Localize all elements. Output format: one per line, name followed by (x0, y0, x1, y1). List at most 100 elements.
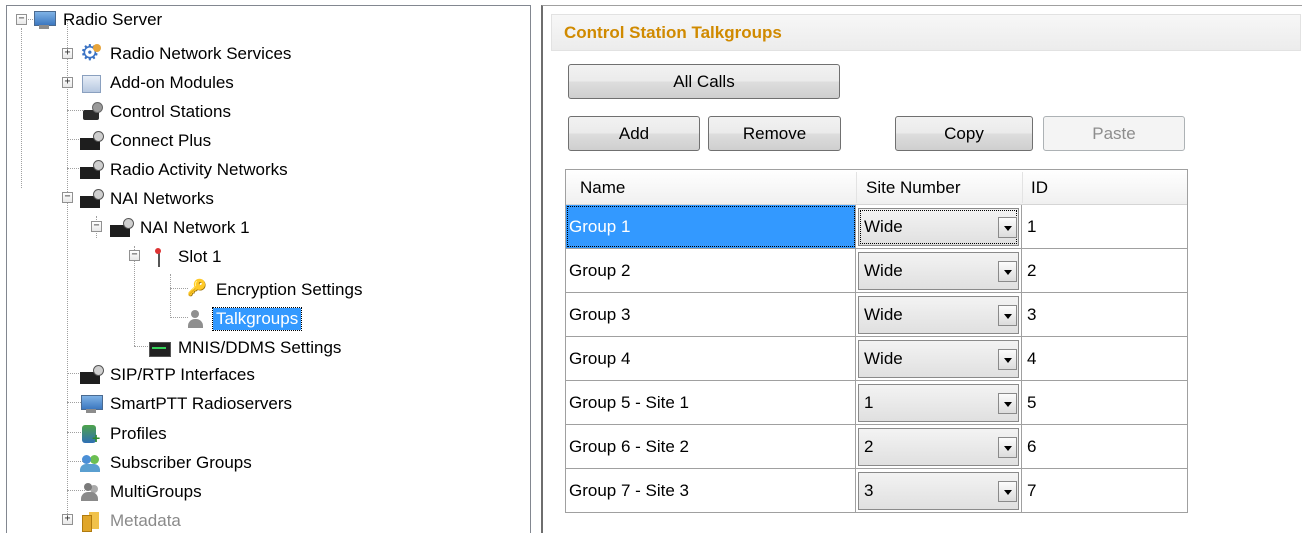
paste-button: Paste (1043, 116, 1185, 151)
tree-item-subscriber-groups[interactable]: Subscriber Groups (79, 449, 255, 476)
id-cell[interactable]: 1 (1022, 205, 1187, 248)
site-number-dropdown[interactable]: 1 (858, 383, 1019, 422)
column-header-site-number[interactable]: Site Number (866, 178, 960, 198)
tree-item-label: Control Stations (110, 101, 231, 121)
site-number-dropdown[interactable]: Wide (858, 339, 1019, 378)
collapse-toggle[interactable]: − (16, 14, 27, 25)
panel-header: Control Station Talkgroups (551, 14, 1301, 51)
dropdown-value: Wide (864, 304, 903, 324)
tree-item-slot-1[interactable]: Slot 1 (147, 243, 224, 270)
site-number-dropdown[interactable]: 3 (858, 471, 1019, 510)
tree-item-talkgroups[interactable]: Talkgroups (185, 305, 303, 332)
users-icon (185, 308, 209, 330)
tree-item-smartptt-radioservers[interactable]: SmartPTT Radioservers (79, 390, 295, 417)
site-number-dropdown[interactable]: 2 (858, 427, 1019, 466)
tree-item-label: Connect Plus (110, 130, 212, 150)
expand-toggle[interactable]: + (62, 77, 73, 88)
tree-item-addon-modules[interactable]: Add-on Modules (79, 69, 237, 96)
tree-item-label: Slot 1 (178, 246, 222, 266)
subscriber-groups-icon (79, 452, 103, 474)
id-cell[interactable]: 5 (1022, 381, 1187, 424)
tree-item-label: Subscriber Groups (110, 452, 252, 472)
repeater-icon (79, 130, 104, 152)
chevron-down-icon[interactable] (998, 304, 1017, 326)
collapse-toggle[interactable]: − (91, 221, 102, 232)
chevron-down-icon[interactable] (998, 260, 1017, 282)
monitor-icon (147, 337, 171, 359)
chevron-down-icon[interactable] (998, 436, 1017, 458)
repeater-icon (79, 364, 104, 386)
column-header-id[interactable]: ID (1031, 178, 1048, 198)
name-cell[interactable]: Group 1 (566, 205, 856, 248)
tree-item-multigroups[interactable]: MultiGroups (79, 478, 205, 505)
chevron-down-icon[interactable] (998, 216, 1017, 238)
tree-item-nai-network-1[interactable]: NAI Network 1 (109, 214, 253, 241)
name-cell[interactable]: Group 3 (566, 293, 856, 336)
name-cell[interactable]: Group 4 (566, 337, 856, 380)
tree-item-label: NAI Networks (110, 188, 214, 208)
name-cell[interactable]: Group 6 - Site 2 (566, 425, 856, 468)
dropdown-value: 1 (864, 392, 874, 412)
id-cell[interactable]: 7 (1022, 469, 1187, 512)
site-number-dropdown[interactable]: Wide (858, 207, 1019, 246)
tree-item-nai-networks[interactable]: NAI Networks (79, 185, 217, 212)
table-row[interactable]: Group 6 - Site 2 2 6 (566, 425, 1187, 469)
tree-connector (21, 28, 22, 188)
profiles-icon (79, 423, 103, 445)
tree-item-encryption-settings[interactable]: Encryption Settings (185, 276, 365, 303)
tree-item-metadata[interactable]: Metadata (79, 507, 184, 533)
chevron-down-icon[interactable] (998, 348, 1017, 370)
id-cell[interactable]: 2 (1022, 249, 1187, 292)
table-row[interactable]: Group 4 Wide 4 (566, 337, 1187, 381)
site-number-dropdown[interactable]: Wide (858, 295, 1019, 334)
keys-icon (185, 278, 209, 301)
name-cell[interactable]: Group 5 - Site 1 (566, 381, 856, 424)
table-row[interactable]: Group 5 - Site 1 1 5 (566, 381, 1187, 425)
tree-connector (134, 246, 135, 346)
tree-item-label: Radio Network Services (110, 43, 292, 63)
table-row[interactable]: Group 2 Wide 2 (566, 249, 1187, 293)
add-button[interactable]: Add (568, 116, 700, 151)
copy-button[interactable]: Copy (895, 116, 1033, 151)
tree-item-label: Profiles (110, 423, 167, 443)
table-row[interactable]: Group 1 Wide 1 (566, 205, 1187, 249)
tree-item-control-stations[interactable]: Control Stations (79, 98, 234, 125)
tree-item-radio-network-services[interactable]: Radio Network Services (79, 40, 294, 67)
column-separator (1022, 172, 1023, 203)
tree-item-label: MultiGroups (110, 481, 202, 501)
name-cell[interactable]: Group 7 - Site 3 (566, 469, 856, 512)
site-number-dropdown[interactable]: Wide (858, 251, 1019, 290)
id-cell[interactable]: 3 (1022, 293, 1187, 336)
repeater-icon (109, 217, 134, 239)
remove-button[interactable]: Remove (708, 116, 841, 151)
tree-item-mnis-ddms-settings[interactable]: MNIS/DDMS Settings (147, 334, 344, 361)
column-header-name[interactable]: Name (580, 178, 625, 198)
id-cell[interactable]: 6 (1022, 425, 1187, 468)
repeater-icon (79, 159, 104, 181)
talkgroups-grid[interactable]: Name Site Number ID Group 1 Wide 1 Group… (565, 169, 1188, 513)
tree-item-label: Radio Activity Networks (110, 159, 288, 179)
tree-item-connect-plus[interactable]: Connect Plus (79, 127, 214, 154)
gear-icon (79, 40, 103, 66)
dropdown-value: 3 (864, 480, 874, 500)
id-cell[interactable]: 4 (1022, 337, 1187, 380)
tree-item-radio-activity-networks[interactable]: Radio Activity Networks (79, 156, 291, 183)
table-row[interactable]: Group 7 - Site 3 3 7 (566, 469, 1187, 513)
column-separator (856, 172, 857, 203)
navigation-tree[interactable]: − + + − − − + Radio Server Radio Network… (6, 5, 531, 533)
database-icon (79, 510, 103, 532)
tree-item-radio-server[interactable]: Radio Server (32, 6, 165, 33)
chevron-down-icon[interactable] (998, 392, 1017, 414)
collapse-toggle[interactable]: − (129, 250, 140, 261)
table-row[interactable]: Group 3 Wide 3 (566, 293, 1187, 337)
name-cell[interactable]: Group 2 (566, 249, 856, 292)
collapse-toggle[interactable]: − (62, 192, 73, 203)
dropdown-value: Wide (864, 216, 903, 236)
module-icon (79, 72, 103, 94)
expand-toggle[interactable]: + (62, 514, 73, 525)
tree-item-profiles[interactable]: Profiles (79, 420, 170, 447)
expand-toggle[interactable]: + (62, 48, 73, 59)
tree-item-sip-rtp-interfaces[interactable]: SIP/RTP Interfaces (79, 361, 258, 388)
chevron-down-icon[interactable] (998, 480, 1017, 502)
all-calls-button[interactable]: All Calls (568, 64, 840, 99)
